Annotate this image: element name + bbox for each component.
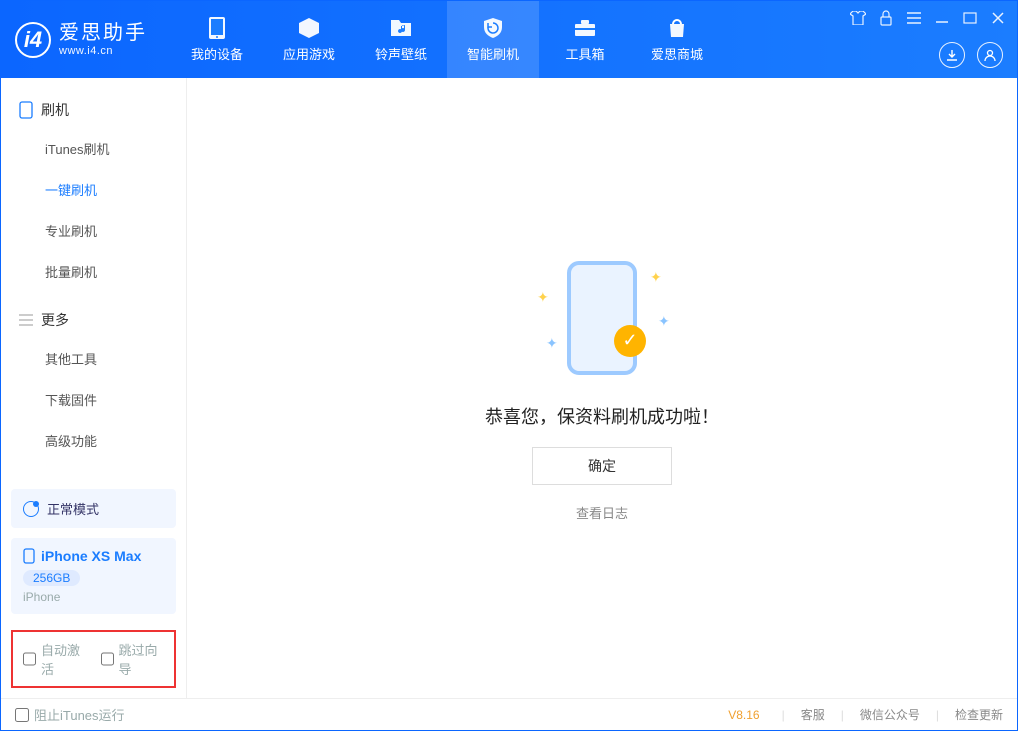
main-content: ✦ ✦ ✦ ✦ ✓ 恭喜您，保资料刷机成功啦！ 确定 查看日志 <box>187 78 1017 698</box>
lock-icon[interactable] <box>877 9 895 27</box>
sidebar-item-oneclick-flash[interactable]: 一键刷机 <box>1 169 186 210</box>
sidebar-item-itunes-flash[interactable]: iTunes刷机 <box>1 128 186 169</box>
app-title: 爱思助手 <box>59 22 147 45</box>
group-label: 更多 <box>41 310 69 330</box>
check-update-link[interactable]: 检查更新 <box>955 706 1003 723</box>
checkbox-label: 阻止iTunes运行 <box>34 705 125 724</box>
nav-label: 爱思商城 <box>651 44 703 63</box>
auto-activate-input[interactable] <box>23 652 36 666</box>
close-button[interactable] <box>989 9 1007 27</box>
nav-smart-flash[interactable]: 智能刷机 <box>447 1 539 78</box>
sidebar: 刷机 iTunes刷机 一键刷机 专业刷机 批量刷机 更多 其他工具 下载固件 … <box>1 78 187 698</box>
skip-wizard-checkbox[interactable]: 跳过向导 <box>101 640 165 678</box>
nav-ringtones[interactable]: 铃声壁纸 <box>355 1 447 78</box>
sidebar-item-batch-flash[interactable]: 批量刷机 <box>1 251 186 292</box>
device-name-row: iPhone XS Max <box>23 548 164 564</box>
main-nav: 我的设备 应用游戏 铃声壁纸 智能刷机 工具箱 爱思商城 <box>171 1 723 78</box>
maximize-button[interactable] <box>961 9 979 27</box>
ok-button[interactable]: 确定 <box>532 447 672 485</box>
block-itunes-checkbox[interactable]: 阻止iTunes运行 <box>15 705 125 724</box>
view-log-link[interactable]: 查看日志 <box>576 503 628 522</box>
window-controls <box>849 9 1007 27</box>
flash-options-box: 自动激活 跳过向导 <box>11 630 176 688</box>
nav-toolbox[interactable]: 工具箱 <box>539 1 631 78</box>
skip-wizard-input[interactable] <box>101 652 114 666</box>
menu-icon[interactable] <box>905 9 923 27</box>
nav-label: 我的设备 <box>191 44 243 63</box>
separator: | <box>841 708 844 722</box>
logo-area: i4 爱思助手 www.i4.cn <box>1 1 161 78</box>
nav-label: 工具箱 <box>565 44 604 63</box>
refresh-shield-icon <box>481 16 505 40</box>
auto-activate-checkbox[interactable]: 自动激活 <box>23 640 87 678</box>
wechat-link[interactable]: 微信公众号 <box>860 706 920 723</box>
download-button[interactable] <box>939 42 965 68</box>
device-outline-icon <box>19 101 33 119</box>
app-subtitle: www.i4.cn <box>59 45 147 58</box>
bag-icon <box>665 16 689 40</box>
user-button[interactable] <box>977 42 1003 68</box>
sidebar-group-flash: 刷机 <box>1 92 186 128</box>
sparkle-icon: ✦ <box>546 335 558 352</box>
sidebar-group-more: 更多 <box>1 302 186 338</box>
checkmark-badge-icon: ✓ <box>614 325 646 357</box>
device-card[interactable]: iPhone XS Max 256GB iPhone <box>11 538 176 614</box>
nav-label: 应用游戏 <box>283 44 335 63</box>
sparkle-icon: ✦ <box>658 313 670 330</box>
music-folder-icon <box>389 16 413 40</box>
device-type: iPhone <box>23 590 164 604</box>
minimize-button[interactable] <box>933 9 951 27</box>
nav-store[interactable]: 爱思商城 <box>631 1 723 78</box>
mode-card[interactable]: 正常模式 <box>11 489 176 528</box>
phone-outline-icon <box>567 261 637 375</box>
checkbox-label: 自动激活 <box>41 640 87 678</box>
body: 刷机 iTunes刷机 一键刷机 专业刷机 批量刷机 更多 其他工具 下载固件 … <box>1 78 1017 698</box>
separator: | <box>936 708 939 722</box>
sidebar-bottom: 正常模式 iPhone XS Max 256GB iPhone <box>1 479 186 624</box>
sidebar-item-pro-flash[interactable]: 专业刷机 <box>1 210 186 251</box>
sidebar-list: 刷机 iTunes刷机 一键刷机 专业刷机 批量刷机 更多 其他工具 下载固件 … <box>1 78 186 479</box>
success-illustration: ✦ ✦ ✦ ✦ ✓ <box>532 255 672 385</box>
device-small-icon <box>23 548 35 564</box>
checkbox-label: 跳过向导 <box>119 640 165 678</box>
mode-dot-icon <box>23 501 39 517</box>
sparkle-icon: ✦ <box>650 269 662 286</box>
group-label: 刷机 <box>41 100 69 120</box>
support-link[interactable]: 客服 <box>801 706 825 723</box>
phone-icon <box>205 16 229 40</box>
logo-text: 爱思助手 www.i4.cn <box>59 22 147 58</box>
status-bar: 阻止iTunes运行 V8.16 | 客服 | 微信公众号 | 检查更新 <box>1 698 1017 730</box>
nav-apps-games[interactable]: 应用游戏 <box>263 1 355 78</box>
separator: | <box>782 708 785 722</box>
sparkle-icon: ✦ <box>537 289 549 306</box>
list-icon <box>19 314 33 326</box>
device-name: iPhone XS Max <box>41 548 141 564</box>
device-capacity: 256GB <box>23 570 80 586</box>
block-itunes-input[interactable] <box>15 708 29 722</box>
nav-label: 铃声壁纸 <box>375 44 427 63</box>
logo-icon: i4 <box>15 22 51 58</box>
cube-icon <box>297 16 321 40</box>
sidebar-item-download-firmware[interactable]: 下载固件 <box>1 379 186 420</box>
nav-my-device[interactable]: 我的设备 <box>171 1 263 78</box>
sidebar-item-advanced[interactable]: 高级功能 <box>1 420 186 461</box>
nav-label: 智能刷机 <box>467 44 519 63</box>
sidebar-item-other-tools[interactable]: 其他工具 <box>1 338 186 379</box>
toolbox-icon <box>573 16 597 40</box>
success-message: 恭喜您，保资料刷机成功啦！ <box>485 403 719 429</box>
mode-label: 正常模式 <box>47 499 99 518</box>
header-actions <box>939 42 1003 68</box>
app-window: i4 爱思助手 www.i4.cn 我的设备 应用游戏 铃声壁纸 智能刷机 <box>0 0 1018 731</box>
version-label: V8.16 <box>728 708 759 722</box>
shirt-icon[interactable] <box>849 9 867 27</box>
header: i4 爱思助手 www.i4.cn 我的设备 应用游戏 铃声壁纸 智能刷机 <box>1 1 1017 78</box>
